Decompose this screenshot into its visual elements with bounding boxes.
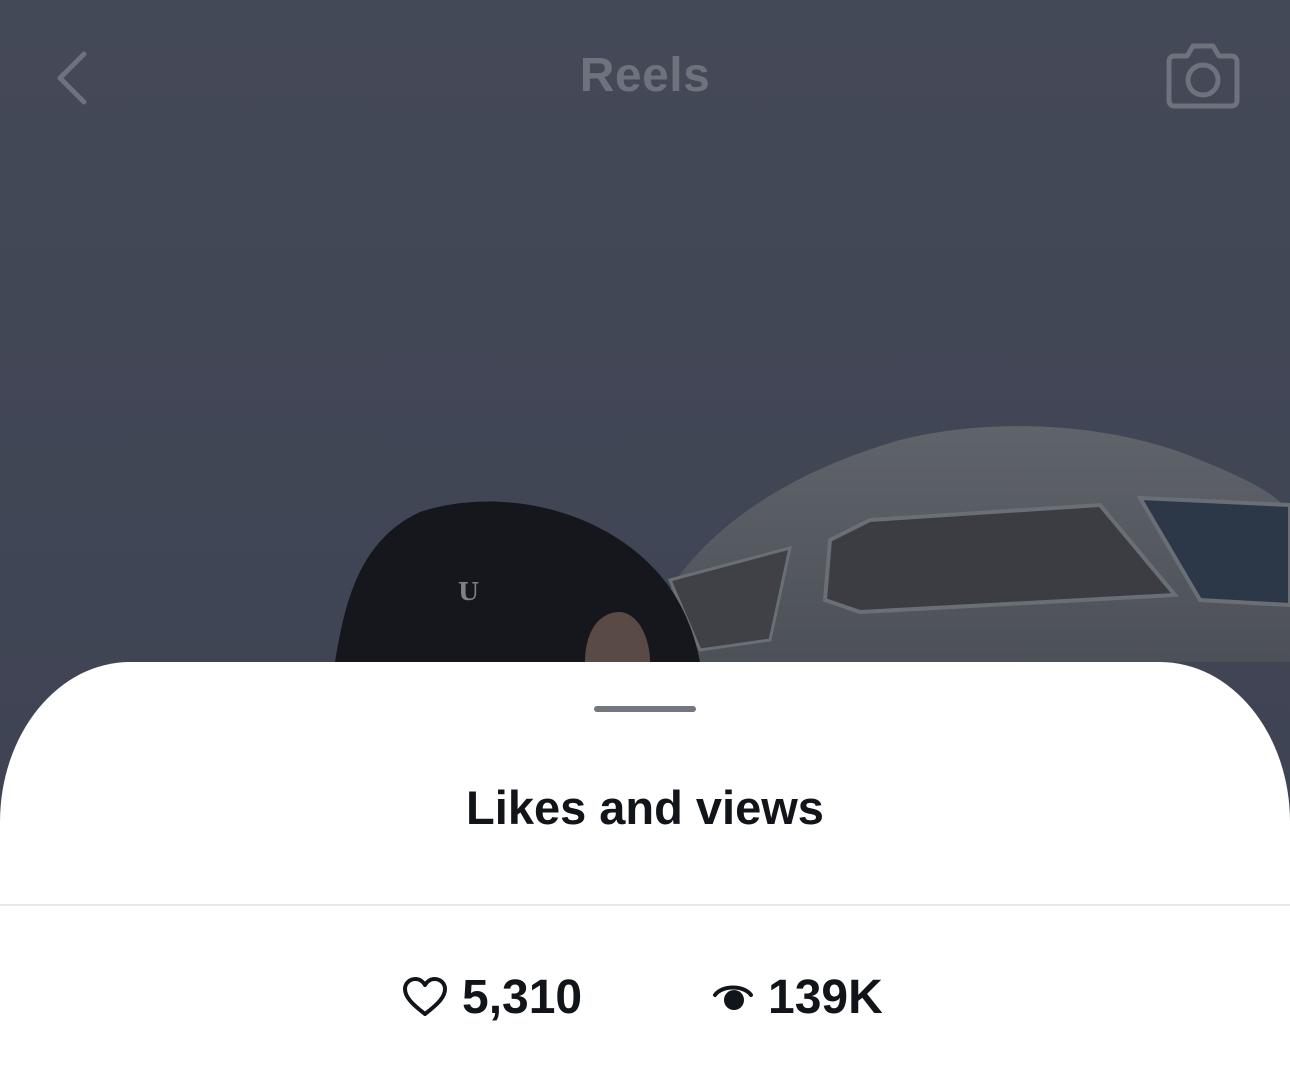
sheet-title: Likes and views xyxy=(466,781,824,834)
svg-text:U: U xyxy=(458,577,479,606)
heart-outline-icon xyxy=(402,976,448,1018)
likes-stat: 5,310 xyxy=(402,957,582,1037)
stats-row: 5,310 139K xyxy=(0,957,1290,1037)
likes-count: 5,310 xyxy=(462,970,583,1024)
likes-views-sheet: Likes and views 5,310 139K xyxy=(0,662,1290,1070)
sheet-grabber-handle[interactable] xyxy=(594,706,696,712)
camera-button[interactable] xyxy=(1160,36,1246,114)
sheet-divider xyxy=(0,904,1290,906)
page-title: Reels xyxy=(579,49,711,102)
eye-icon xyxy=(712,979,754,1015)
camera-icon xyxy=(1166,43,1240,109)
views-count: 139K xyxy=(768,970,883,1024)
top-nav-bar: Reels xyxy=(0,0,1290,150)
views-stat: 139K xyxy=(712,957,883,1037)
